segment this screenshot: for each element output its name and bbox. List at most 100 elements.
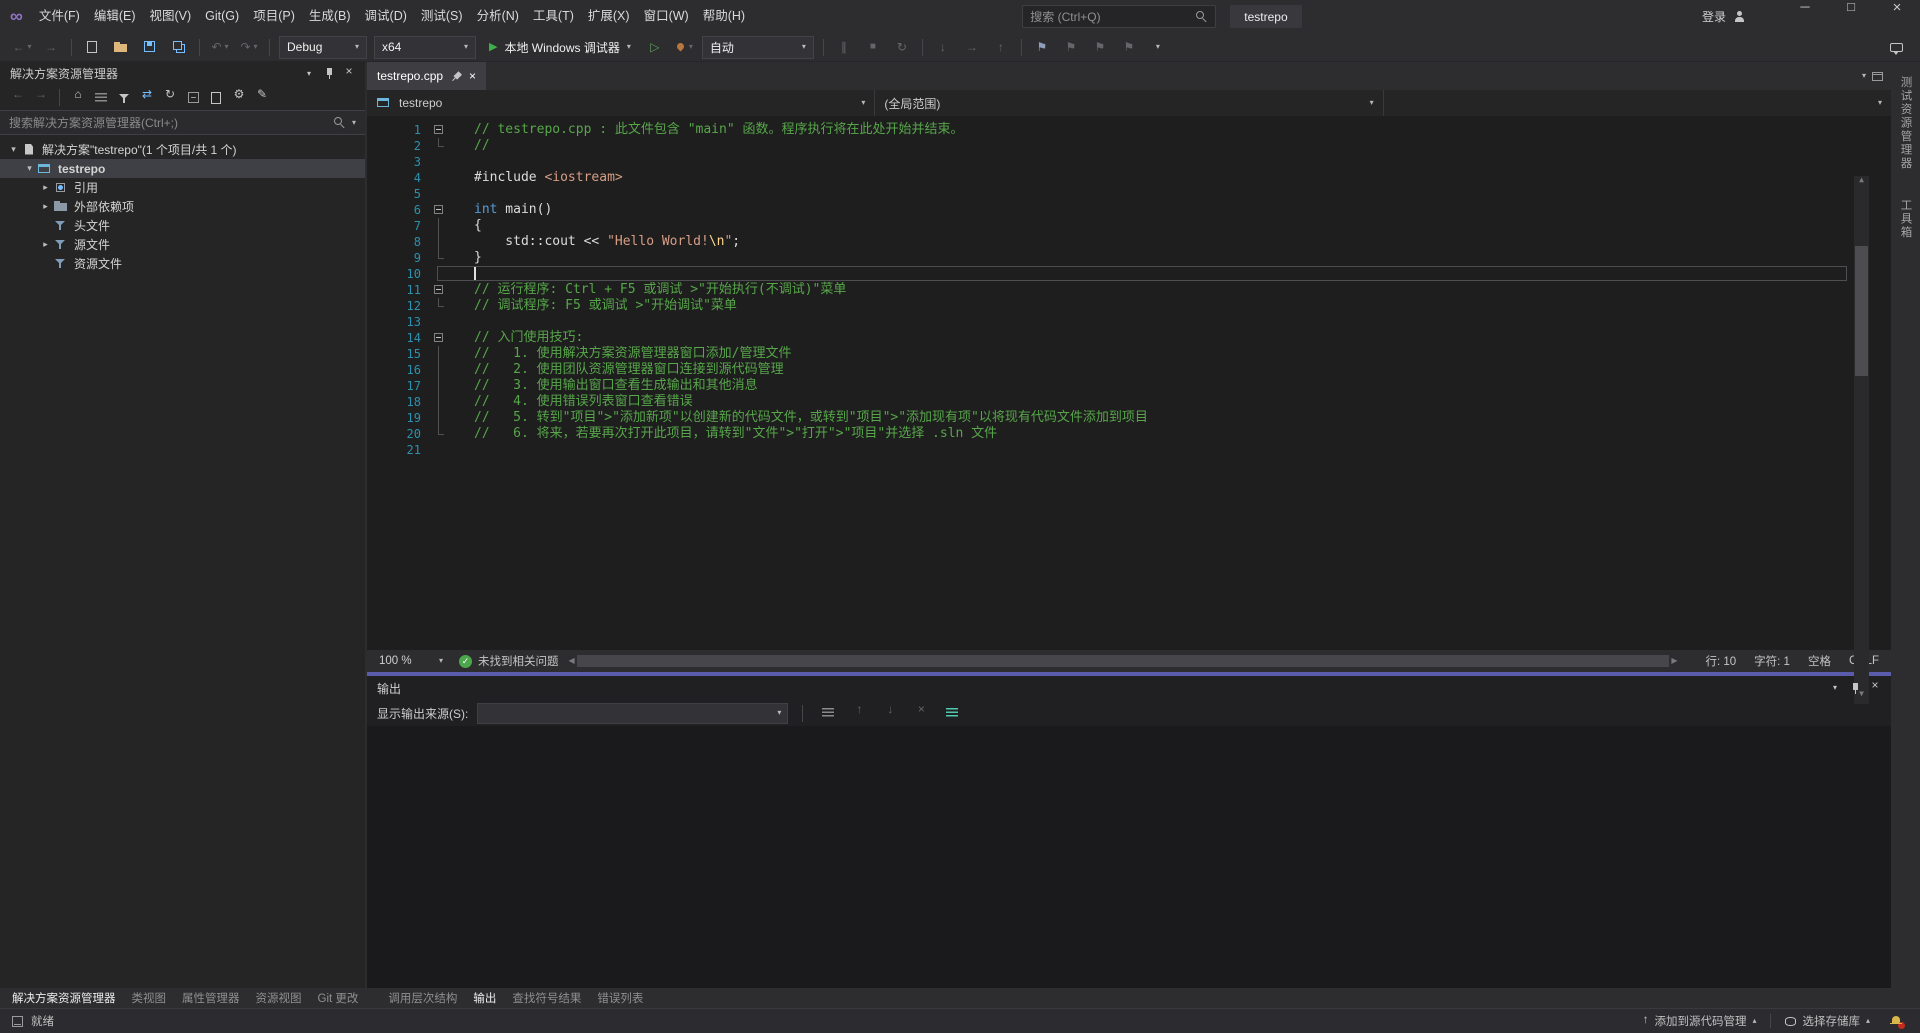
send-feedback-button[interactable] (1882, 35, 1910, 59)
pin-icon[interactable] (319, 65, 339, 83)
menu-item[interactable]: 分析(N) (470, 0, 526, 33)
explorer-back-button[interactable]: ← (8, 88, 28, 108)
sign-in-button[interactable]: 登录 (1692, 8, 1756, 25)
scope-dropdown[interactable]: (全局范围) ▾ (875, 90, 1383, 116)
line-indicator[interactable]: 行: 10 (1705, 653, 1736, 669)
maximize-button[interactable]: □ (1828, 0, 1874, 33)
solution-platform-select[interactable]: x64▾ (374, 36, 476, 59)
column-indicator[interactable]: 字符: 1 (1754, 653, 1790, 669)
show-all-files-button[interactable] (206, 88, 226, 108)
tree-item[interactable]: 资源文件 (0, 254, 365, 273)
code-line[interactable]: 12// 调试程序: F5 或调试 >"开始调试"菜单 (367, 298, 1891, 314)
tree-item[interactable]: ▸外部依赖项 (0, 197, 365, 216)
code-line[interactable]: 20// 6. 将来，若要再次打开此项目，请转到"文件">"打开">"项目"并选… (367, 426, 1891, 442)
code-line[interactable]: 5 (367, 186, 1891, 202)
menu-item[interactable]: 文件(F) (32, 0, 87, 33)
debug-target-select[interactable]: 自动▾ (702, 36, 814, 59)
quick-search-box[interactable]: 搜索 (Ctrl+Q) (1022, 5, 1216, 28)
menu-item[interactable]: 测试(S) (414, 0, 470, 33)
menu-item[interactable]: 项目(P) (246, 0, 302, 33)
panel-tab[interactable]: 错误列表 (589, 990, 651, 1006)
fold-collapse-icon[interactable] (431, 330, 447, 346)
chevron-collapsed-icon[interactable]: ▸ (38, 182, 53, 193)
add-to-source-control-button[interactable]: ↑ 添加到源代码管理 ▴ (1637, 1013, 1763, 1029)
window-position-icon[interactable]: ▾ (1825, 679, 1845, 697)
menu-item[interactable]: 窗口(W) (637, 0, 696, 33)
navigate-back-button[interactable]: ←▾ (8, 35, 36, 59)
panel-tab[interactable]: 类视图 (124, 990, 175, 1006)
panel-tab[interactable]: 查找符号结果 (504, 990, 589, 1006)
explorer-forward-button[interactable]: → (31, 88, 51, 108)
code-line[interactable]: 8 std::cout << "Hello World!\n"; (367, 234, 1891, 250)
properties-button[interactable]: ⚙ (229, 88, 249, 108)
output-content[interactable] (367, 726, 1891, 988)
document-health-icon[interactable]: ✓ (459, 655, 472, 668)
find-message-button[interactable] (817, 703, 839, 723)
step-into-button[interactable]: ↓ (929, 35, 957, 59)
scrollbar-thumb[interactable] (577, 655, 1670, 667)
tree-item[interactable]: ▸引用 (0, 178, 365, 197)
pin-icon[interactable] (448, 68, 464, 84)
code-line[interactable]: 6int main() (367, 202, 1891, 218)
code-line[interactable]: 19// 5. 转到"项目">"添加新项"以创建新的代码文件，或转到"项目">"… (367, 410, 1891, 426)
solution-name-button[interactable]: testrepo (1230, 5, 1301, 28)
solution-explorer-search[interactable]: 搜索解决方案资源管理器(Ctrl+;) ▾ (0, 110, 365, 135)
select-repository-button[interactable]: 选择存储库 ▴ (1779, 1013, 1876, 1029)
scroll-left-icon[interactable]: ◀ (569, 657, 575, 665)
filter-button[interactable] (114, 88, 134, 108)
fold-collapse-icon[interactable] (431, 202, 447, 218)
search-options-icon[interactable]: ▾ (352, 119, 356, 127)
code-line[interactable]: 18// 4. 使用错误列表窗口查看错误 (367, 394, 1891, 410)
project-dropdown[interactable]: testrepo ▾ (367, 90, 875, 116)
toolbar-overflow-button[interactable]: ▾ (1144, 35, 1172, 59)
panel-tab[interactable]: Git 更改 (310, 990, 367, 1006)
fold-collapse-icon[interactable] (431, 122, 447, 138)
panel-tab[interactable]: 资源视图 (248, 990, 310, 1006)
fold-collapse-icon[interactable] (431, 282, 447, 298)
clear-all-button[interactable]: × (910, 703, 932, 723)
menu-item[interactable]: 帮助(H) (696, 0, 752, 33)
window-position-icon[interactable]: ▾ (299, 65, 319, 83)
switch-views-button[interactable] (91, 88, 111, 108)
menu-item[interactable]: Git(G) (198, 0, 246, 33)
start-debugging-button[interactable]: ▶ 本地 Windows 调试器 ▾ (480, 39, 640, 56)
chevron-collapsed-icon[interactable]: ▸ (38, 239, 53, 250)
start-without-debugging-button[interactable]: ▷ (641, 35, 669, 59)
chevron-expanded-icon[interactable]: ▾ (22, 163, 37, 174)
clear-bookmarks-button[interactable]: ⚑ (1115, 35, 1143, 59)
goto-previous-message-button[interactable]: ↑ (848, 703, 870, 723)
tree-item[interactable]: ▾testrepo (0, 159, 365, 178)
save-all-button[interactable] (165, 35, 193, 59)
toggle-bookmark-button[interactable]: ⚑ (1028, 35, 1056, 59)
spaces-indicator[interactable]: 空格 (1808, 653, 1831, 669)
code-line[interactable]: 10 (367, 266, 1891, 282)
zoom-select[interactable]: 100 % ▾ (373, 653, 449, 670)
autohide-tab[interactable]: 工具箱 (1898, 199, 1914, 240)
code-line[interactable]: 16// 2. 使用团队资源管理器窗口连接到源代码管理 (367, 362, 1891, 378)
toggle-word-wrap-button[interactable] (941, 703, 963, 723)
close-icon[interactable]: × (339, 65, 359, 83)
collapse-all-button[interactable] (183, 88, 203, 108)
break-all-button[interactable]: ∥ (830, 35, 858, 59)
goto-next-message-button[interactable]: ↓ (879, 703, 901, 723)
menu-item[interactable]: 调试(D) (358, 0, 414, 33)
refresh-button[interactable]: ↻ (160, 88, 180, 108)
chevron-collapsed-icon[interactable]: ▸ (38, 201, 53, 212)
code-line[interactable]: 15// 1. 使用解决方案资源管理器窗口添加/管理文件 (367, 346, 1891, 362)
home-button[interactable]: ⌂ (68, 88, 88, 108)
scroll-right-icon[interactable]: ▶ (1671, 657, 1677, 665)
sync-with-active-document-button[interactable]: ⇄ (137, 88, 157, 108)
minimize-button[interactable]: ─ (1782, 0, 1828, 33)
panel-tab[interactable]: 调用层次结构 (380, 990, 465, 1006)
scrollbar-thumb[interactable] (1855, 246, 1868, 376)
save-button[interactable] (136, 35, 164, 59)
open-file-button[interactable] (107, 35, 135, 59)
vertical-scrollbar[interactable]: ▲ ▼ (1854, 176, 1869, 704)
stop-debugging-button[interactable]: ■ (859, 35, 887, 59)
step-out-button[interactable]: ↑ (987, 35, 1015, 59)
tree-item[interactable]: 头文件 (0, 216, 365, 235)
notifications-button[interactable] (1884, 1015, 1908, 1028)
code-line[interactable]: 1// testrepo.cpp : 此文件包含 "main" 函数。程序执行将… (367, 122, 1891, 138)
tree-item[interactable]: ▸源文件 (0, 235, 365, 254)
code-line[interactable]: 7{ (367, 218, 1891, 234)
